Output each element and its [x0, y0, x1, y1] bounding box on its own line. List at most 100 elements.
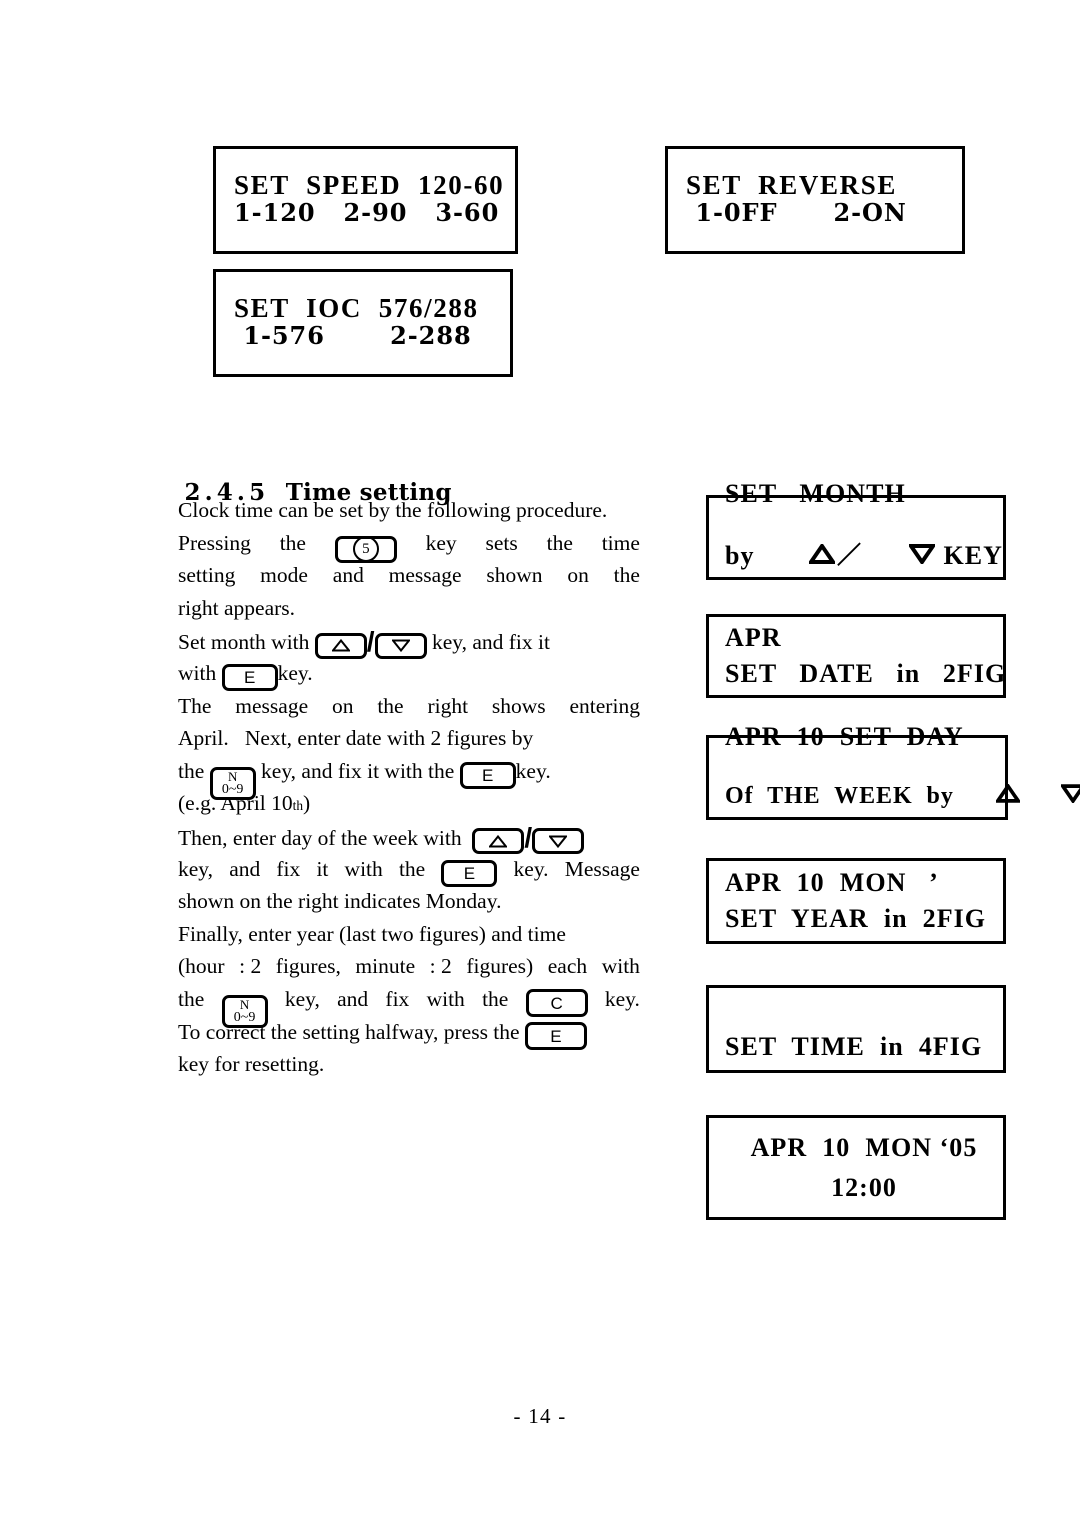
text-run: Clock time can be set by the following p… — [178, 498, 608, 522]
key-separator-slash: / — [366, 626, 375, 658]
key-numeric-button[interactable]: N 0~9 — [209, 766, 256, 800]
display-set-time: SET TIME in 4FIG — [706, 985, 1006, 1073]
key-enter-label: E — [243, 667, 256, 687]
key-enter-button[interactable]: E — [221, 663, 278, 691]
text-line: Clock time can be set by the following p… — [178, 494, 640, 527]
text-line: Set month with / key, and fix it — [178, 624, 640, 659]
text-run: mode — [260, 563, 308, 588]
key-enter-label: E — [482, 765, 494, 785]
key-numeric-bottom-label: 0~9 — [221, 781, 244, 797]
triangle-up-icon — [954, 760, 1022, 832]
text-run: : 2 — [239, 954, 262, 979]
text-run: Then, enter day of the week with — [178, 825, 462, 850]
text-run: fix — [276, 856, 301, 881]
text-run: : 2 — [429, 954, 452, 979]
text-line: with E key. — [178, 657, 640, 691]
key-enter-button[interactable]: E — [441, 859, 498, 887]
display-line-2-suffix: KEY — [943, 540, 1003, 570]
key-up-arrow-button[interactable] — [314, 632, 367, 659]
text-run: the — [398, 856, 426, 881]
paragraph-1: Clock time can be set by the following p… — [178, 494, 640, 624]
text-run: the — [178, 986, 205, 1011]
display-line-2: 12:00 — [831, 1172, 897, 1202]
display-line-2-prefix: by — [725, 540, 755, 570]
body-text: Clock time can be set by the following p… — [178, 494, 640, 1081]
text-run: April. Next, enter date with 2 figures b… — [178, 726, 534, 751]
text-line: The message on the right shows entering — [178, 690, 640, 723]
text-run: fix — [385, 986, 410, 1011]
key-down-arrow-button[interactable] — [532, 828, 585, 855]
key-numeric-button[interactable]: N 0~9 — [221, 994, 268, 1028]
text-run: key — [425, 530, 457, 555]
key-enter-button[interactable]: E — [459, 761, 516, 789]
paragraph-2: Set month with / key, and fix it with E … — [178, 624, 640, 691]
text-run: The — [178, 693, 212, 718]
triangle-up-icon — [764, 517, 837, 595]
text-run: on — [331, 693, 354, 718]
text-line: shown on the right indicates Monday. — [178, 885, 640, 918]
text-run: key for resetting. — [178, 1052, 325, 1077]
display-set-reverse: SET REVERSE 1-0FF 2-ON — [665, 146, 965, 254]
display-line-1: SET REVERSE — [686, 170, 898, 200]
display-set-speed: SET SPEED 120-60 1-120 2-90 3-60 — [213, 146, 518, 254]
text-run: shown on the right indicates Monday. — [178, 889, 502, 914]
display-set-date: APR SET DATE in 2FIG — [706, 614, 1006, 698]
display-arrow-slash: ／ — [836, 542, 862, 569]
key-numeric-top-label: N — [227, 768, 238, 784]
text-run: the — [178, 758, 205, 783]
text-run: (hour — [178, 954, 225, 979]
text-run: shows — [491, 693, 546, 718]
text-run: message — [235, 693, 309, 718]
text-run: and — [332, 563, 364, 588]
text-run: Finally, enter year (last two figures) a… — [178, 921, 566, 946]
triangle-up-icon — [331, 639, 350, 652]
text-run: Pressing — [178, 530, 251, 555]
display-line-2: 1-576 2-288 — [234, 321, 472, 351]
text-run: the — [377, 693, 404, 718]
text-run: the — [546, 530, 573, 555]
display-line-2-prefix: Of THE WEEK by — [725, 782, 954, 809]
key-down-arrow-button[interactable] — [374, 632, 427, 659]
key-up-arrow-button[interactable] — [472, 828, 525, 855]
text-run: right appears. — [178, 595, 296, 620]
display-line-1: APR 10 MON ’ — [725, 868, 939, 897]
text-run: key. — [604, 986, 640, 1011]
paragraph-3: The message on the right shows entering … — [178, 690, 640, 918]
text-run: Message — [564, 856, 640, 881]
text-run: key. — [513, 856, 549, 881]
display-set-year: APR 10 MON ’ SET YEAR in 2FIG — [706, 858, 1006, 944]
text-line: (hour : 2 figures, minute : 2 figures) e… — [178, 950, 640, 983]
key-enter-button[interactable]: E — [524, 1022, 587, 1050]
display-line-1: SET SPEED 120-60 — [234, 170, 505, 200]
display-set-month: SET MONTH by ／ KEY — [706, 480, 1006, 580]
triangle-down-icon — [391, 639, 410, 653]
key-clear-label: C — [550, 993, 563, 1013]
text-run: with — [178, 660, 217, 685]
text-run: on — [567, 563, 589, 588]
key-clear-button[interactable]: C — [525, 989, 588, 1018]
text-run: figures) — [466, 954, 534, 979]
text-line: April. Next, enter date with 2 figures b… — [178, 722, 640, 755]
text-line: right appears. — [178, 592, 640, 625]
display-line-2: 1-120 2-90 3-60 — [234, 198, 500, 228]
display-line-1: APR 10 MON ‘05 — [750, 1132, 978, 1162]
text-run: with — [426, 986, 465, 1011]
text-run: the — [279, 530, 306, 555]
display-line-1: SET IOC 576/288 — [234, 293, 479, 323]
display-line-2: SET TIME in 4FIG — [725, 1032, 983, 1061]
triangle-down-icon — [1020, 760, 1080, 832]
text-run: figures, — [275, 954, 341, 979]
text-run: minute — [355, 954, 416, 979]
key-enter-label: E — [463, 863, 476, 883]
text-run: right — [427, 693, 469, 718]
key-separator-slash: / — [524, 821, 533, 853]
text-line: the N 0~9 key, and fix with the C key. — [178, 983, 640, 1028]
display-line-2: by ／ KEY — [725, 517, 1003, 595]
key-5-button[interactable]: 5 — [334, 535, 397, 563]
text-run: key. — [515, 758, 551, 783]
display-line-2: SET DATE in 2FIG — [725, 659, 1007, 688]
text-line: Then, enter day of the week with / — [178, 820, 640, 855]
text-superscript: th — [292, 798, 304, 814]
text-run: the — [613, 563, 640, 588]
text-run: the — [482, 986, 509, 1011]
